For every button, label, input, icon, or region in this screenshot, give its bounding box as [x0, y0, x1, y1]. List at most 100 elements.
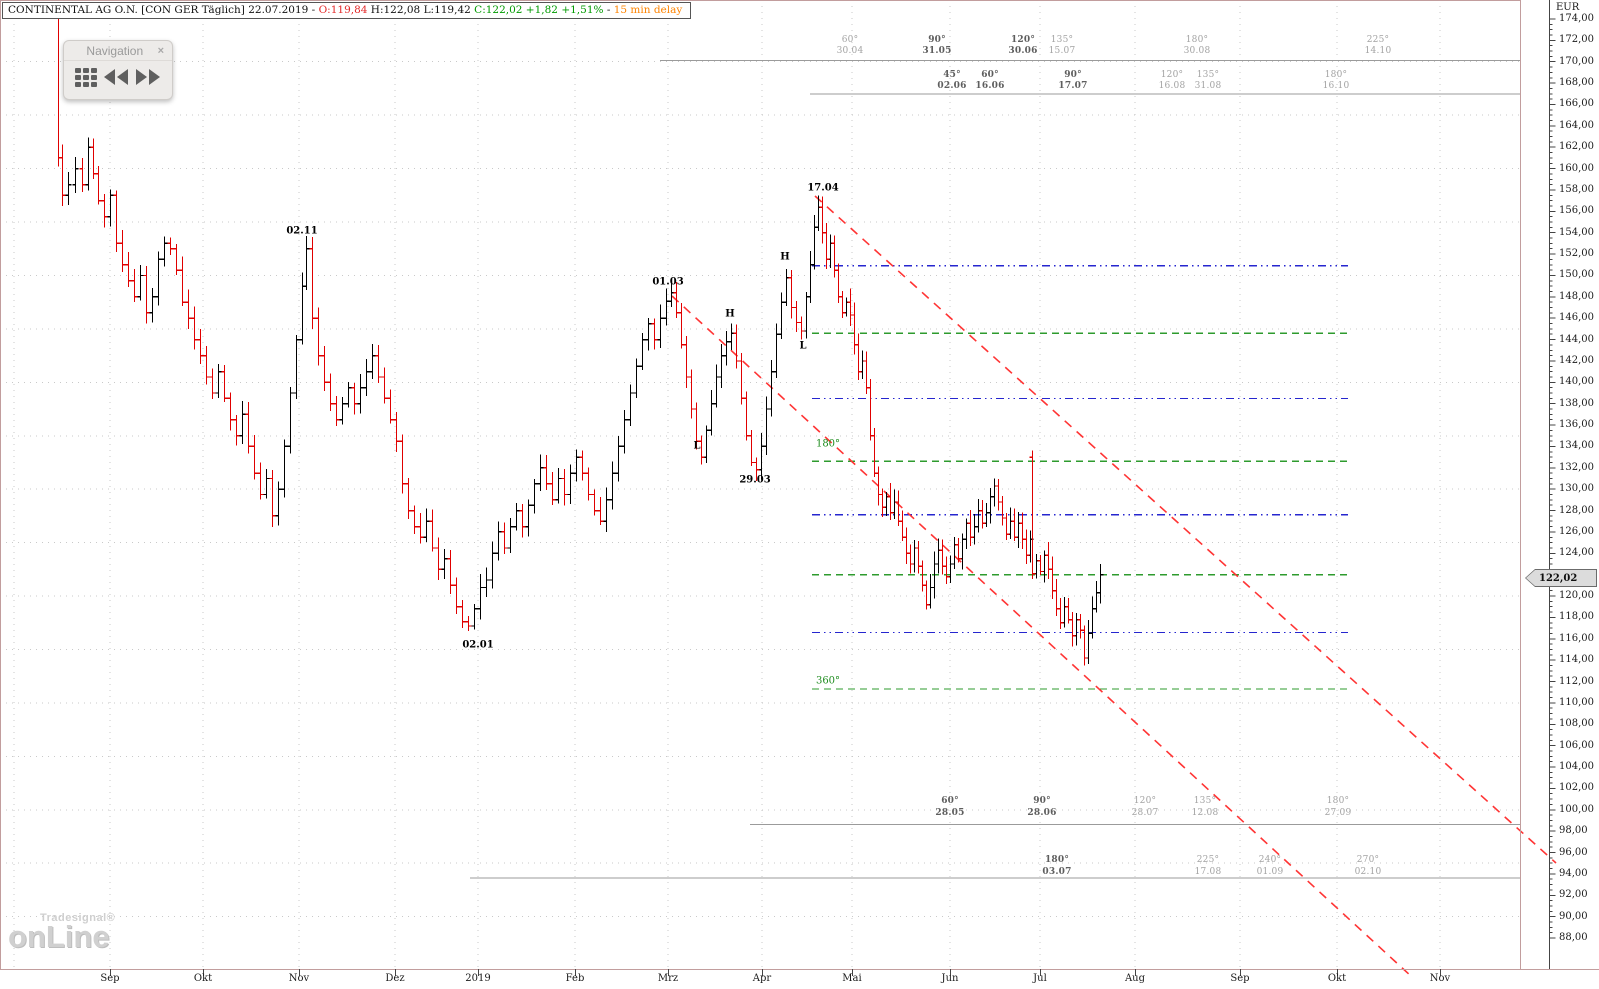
gann-date-label: 28.07	[1131, 808, 1159, 818]
time-axis-label: Sep	[1230, 973, 1250, 984]
gann-date-label: 16.08	[1158, 81, 1186, 91]
price-axis-label: 148,00	[1559, 291, 1594, 302]
price-axis-label: 128,00	[1559, 505, 1594, 516]
price-axis-label: 172,00	[1559, 34, 1594, 45]
price-axis-label: 100,00	[1559, 804, 1594, 815]
price-axis-label: 116,00	[1559, 633, 1594, 644]
gann-date-label: 02.06	[937, 81, 967, 91]
navigation-panel[interactable]: Navigation ×	[63, 40, 173, 100]
fast-forward-icon	[136, 69, 160, 85]
chart-annotation: H	[780, 251, 790, 263]
navigation-panel-header[interactable]: Navigation ×	[64, 41, 172, 61]
time-axis-label: Apr	[752, 973, 772, 984]
price-axis-label: 152,00	[1559, 248, 1594, 259]
gann-angle-label: 90°	[1033, 796, 1051, 806]
price-axis-label: 144,00	[1559, 334, 1594, 345]
gann-angle-label: 45°	[943, 70, 961, 80]
price-axis-label: 126,00	[1559, 526, 1594, 537]
price-axis-label: 88,00	[1559, 932, 1588, 943]
price-axis-label: 134,00	[1559, 440, 1594, 451]
price-axis-label: 138,00	[1559, 398, 1594, 409]
price-axis-label: 102,00	[1559, 782, 1594, 793]
chart-window: CONTINENTAL AG O.N. [CON GER Täglich] 22…	[0, 0, 1599, 989]
navigation-title: Navigation	[86, 44, 144, 58]
price-axis-label: 142,00	[1559, 355, 1594, 366]
gann-date-label: 30.04	[836, 46, 864, 56]
last-price-badge: 122,02	[1525, 569, 1597, 587]
chart-annotation: 01.03	[652, 276, 684, 288]
price-axis-currency: EUR	[1556, 2, 1580, 13]
close-icon[interactable]: ×	[156, 45, 166, 57]
price-axis-label: 98,00	[1559, 825, 1588, 836]
price-axis-label: 160,00	[1559, 163, 1594, 174]
price-axis-label: 170,00	[1559, 56, 1594, 67]
last-price-value: 122,02	[1539, 572, 1578, 584]
tradesignal-online-wordmark: onLine	[8, 919, 110, 954]
gann-date-label: 30.08	[1183, 46, 1211, 56]
price-axis-label: 114,00	[1559, 654, 1594, 665]
title-close: C:122,02 +1,82 +1,51%	[474, 4, 604, 16]
time-axis-label: Dez	[385, 973, 405, 984]
price-axis-label: 94,00	[1559, 868, 1588, 879]
price-axis-label: 158,00	[1559, 184, 1594, 195]
price-chart[interactable]	[0, 0, 1599, 989]
gann-angle-label: 180°	[1326, 796, 1350, 806]
gann-date-label: 01.09	[1256, 867, 1284, 877]
gann-level-label: 360°	[815, 675, 841, 687]
gann-date-label: 17.08	[1194, 867, 1222, 877]
price-axis-label: 110,00	[1559, 697, 1594, 708]
gann-angle-label: 135°	[1196, 70, 1220, 80]
gann-date-label: 03.07	[1042, 867, 1072, 877]
gann-angle-label: 240°	[1258, 855, 1282, 865]
gann-angle-label: 90°	[928, 35, 946, 45]
price-axis-label: 154,00	[1559, 227, 1594, 238]
price-axis-label: 168,00	[1559, 77, 1594, 88]
gann-level-label: 180°	[815, 438, 841, 450]
gann-date-label: 16.06	[975, 81, 1005, 91]
price-axis-label: 96,00	[1559, 847, 1588, 858]
gann-date-label: 28.06	[1027, 808, 1057, 818]
gann-date-label: 31.08	[1194, 81, 1222, 91]
gann-angle-label: 180°	[1044, 855, 1070, 865]
gann-angle-label: 120°	[1160, 70, 1184, 80]
title-symbol: CONTINENTAL AG O.N. [CON GER Täglich] 22…	[8, 4, 319, 16]
time-axis-label: Sep	[100, 973, 120, 984]
price-axis-label: 132,00	[1559, 462, 1594, 473]
gann-date-label: 12.08	[1191, 808, 1219, 818]
scroll-forward-button[interactable]	[134, 67, 162, 92]
price-axis-label: 166,00	[1559, 98, 1594, 109]
time-axis-label: Aug	[1124, 973, 1146, 984]
rewind-icon	[104, 69, 128, 85]
time-axis-label: Mrz	[657, 973, 679, 984]
grid-view-button[interactable]	[74, 66, 98, 93]
gann-angle-label: 225°	[1196, 855, 1220, 865]
title-open: O:119,84	[318, 4, 368, 16]
gann-angle-label: 120°	[1010, 35, 1036, 45]
chart-annotation: L	[799, 340, 807, 352]
gann-angle-label: 120°	[1133, 796, 1157, 806]
tradesignal-logo: Tradesignal® onLine	[8, 912, 116, 954]
gann-date-label: 27.09	[1324, 808, 1352, 818]
gann-date-label: 02.10	[1354, 867, 1382, 877]
title-delay: 15 min delay	[613, 4, 683, 16]
price-axis-label: 104,00	[1559, 761, 1594, 772]
gann-angle-label: 180°	[1324, 70, 1348, 80]
time-axis-label: Feb	[565, 973, 585, 984]
time-axis-label: Okt	[193, 973, 213, 984]
scroll-back-button[interactable]	[102, 67, 130, 92]
grid-icon	[75, 68, 97, 87]
gann-date-label: 30.06	[1008, 46, 1038, 56]
price-axis-label: 130,00	[1559, 483, 1594, 494]
price-axis-label: 174,00	[1559, 13, 1594, 24]
price-axis-label: 112,00	[1559, 676, 1594, 687]
title-high-low: H:122,08 L:119,42	[367, 4, 475, 16]
time-axis-label: 2019	[465, 973, 491, 984]
price-axis-label: 106,00	[1559, 740, 1594, 751]
price-axis-label: 120,00	[1559, 590, 1594, 601]
gann-date-label: 17.07	[1058, 81, 1088, 91]
gann-angle-label: 90°	[1064, 70, 1082, 80]
gann-angle-label: 225°	[1366, 35, 1390, 45]
title-separator: -	[603, 4, 614, 16]
chart-title: CONTINENTAL AG O.N. [CON GER Täglich] 22…	[2, 2, 692, 19]
time-axis-label: Nov	[1429, 973, 1451, 984]
